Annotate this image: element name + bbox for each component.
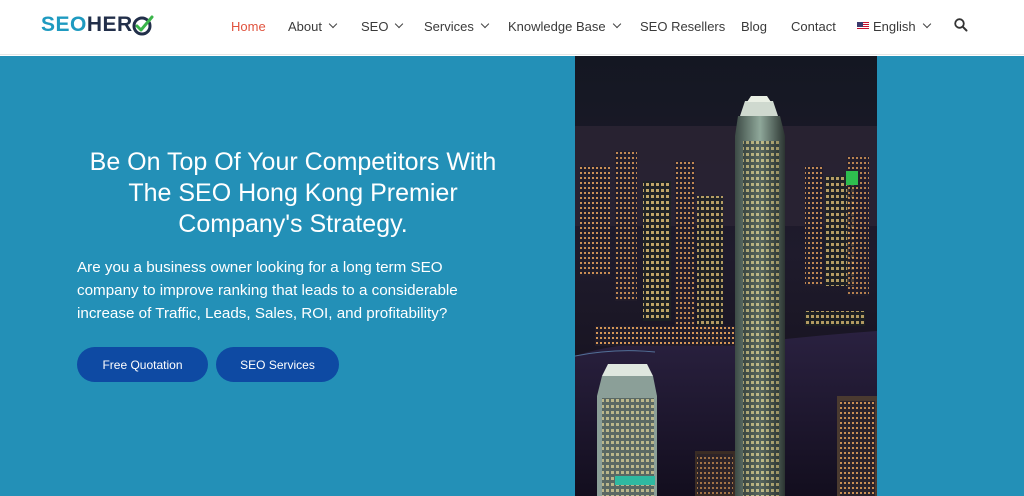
nav-about[interactable]: About <box>288 16 338 36</box>
hero-section: Be On Top Of Your Competitors With The S… <box>0 56 1024 496</box>
chevron-down-icon <box>395 19 404 29</box>
nav-contact[interactable]: Contact <box>791 16 836 36</box>
chevron-down-icon <box>328 19 338 29</box>
search-icon[interactable] <box>953 17 969 33</box>
language-label: English <box>873 18 916 34</box>
language-selector[interactable]: English <box>857 16 931 36</box>
free-quotation-button[interactable]: Free Quotation <box>77 347 208 382</box>
hero-description: Are you a business owner looking for a l… <box>77 259 458 322</box>
nav-knowledge-base[interactable]: Knowledge Base <box>508 16 621 36</box>
chevron-down-icon <box>480 19 490 29</box>
us-flag-icon <box>857 22 869 30</box>
nav-seo-resellers-label: SEO Resellers <box>640 18 726 34</box>
nav-blog[interactable]: Blog <box>741 16 767 36</box>
chevron-down-icon <box>612 19 621 29</box>
nav-blog-label: Blog <box>741 18 768 34</box>
main-nav: Home About SEO Services Knowledge Base S… <box>0 0 1024 52</box>
nav-seo-resellers[interactable]: SEO Resellers <box>640 16 725 36</box>
nav-home[interactable]: Home <box>231 16 266 36</box>
nav-knowledge-base-label: Knowledge Base <box>508 18 606 34</box>
nav-about-label: About <box>288 18 322 34</box>
hero-title: Be On Top Of Your Competitors With The S… <box>89 148 497 238</box>
nav-home-label: Home <box>231 18 266 34</box>
nav-seo-label: SEO <box>361 18 389 34</box>
hong-kong-skyline-image <box>575 56 877 496</box>
nav-seo[interactable]: SEO <box>361 16 404 36</box>
chevron-down-icon <box>922 19 931 29</box>
nav-contact-label: Contact <box>791 18 836 34</box>
nav-services[interactable]: Services <box>424 16 490 36</box>
nav-services-label: Services <box>424 18 474 34</box>
seo-services-button[interactable]: SEO Services <box>216 347 339 382</box>
site-header: SEO HER Home About SEO Services Knowledg… <box>0 0 1024 55</box>
